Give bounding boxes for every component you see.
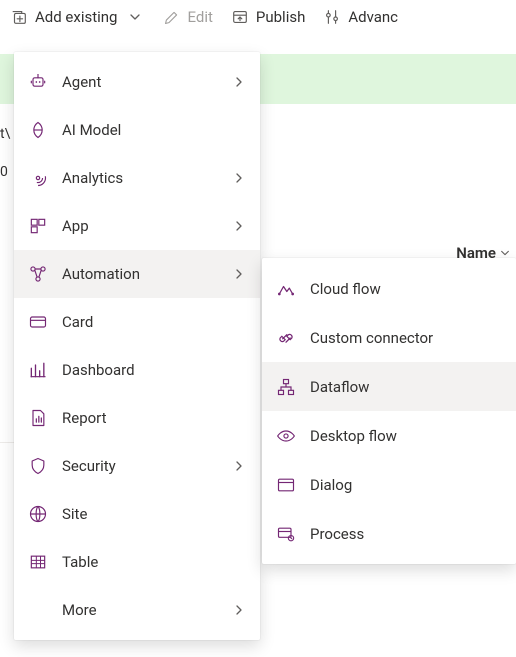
- site-icon: [28, 504, 48, 524]
- submenu-item-process[interactable]: Process: [262, 509, 516, 558]
- chevron-right-icon: [232, 459, 246, 473]
- add-existing-menu: Agent AI Model Analytics App Automati: [14, 52, 260, 640]
- menu-item-security[interactable]: Security: [14, 442, 260, 490]
- chevron-right-icon: [232, 219, 246, 233]
- left-divider: [0, 442, 14, 443]
- menu-item-label: More: [62, 601, 218, 619]
- menu-item-dashboard[interactable]: Dashboard: [14, 346, 260, 394]
- menu-item-report[interactable]: Report: [14, 394, 260, 442]
- edit-button: Edit: [162, 8, 212, 26]
- menu-item-agent[interactable]: Agent: [14, 58, 260, 106]
- chevron-right-icon: [232, 603, 246, 617]
- chevron-down-icon: [500, 248, 510, 258]
- chevron-right-icon: [232, 171, 246, 185]
- menu-item-label: Site: [62, 505, 246, 523]
- eye-icon: [276, 426, 296, 446]
- menu-item-label: Card: [62, 313, 246, 331]
- menu-item-label: Security: [62, 457, 218, 475]
- sliders-icon: [323, 8, 341, 26]
- menu-item-app[interactable]: App: [14, 202, 260, 250]
- submenu-item-dialog[interactable]: Dialog: [262, 460, 516, 509]
- left-fragment-top: t\: [0, 126, 10, 142]
- connector-icon: [276, 328, 296, 348]
- menu-item-ai-model[interactable]: AI Model: [14, 106, 260, 154]
- menu-item-label: AI Model: [62, 121, 246, 139]
- menu-item-label: Table: [62, 553, 246, 571]
- advanced-label: Advanc: [348, 8, 398, 26]
- menu-item-automation[interactable]: Automation: [14, 250, 260, 298]
- menu-item-label: Automation: [62, 265, 218, 283]
- submenu-item-label: Custom connector: [310, 329, 502, 347]
- menu-item-label: Dashboard: [62, 361, 246, 379]
- submenu-item-label: Dialog: [310, 476, 502, 494]
- publish-icon: [231, 8, 249, 26]
- menu-item-label: Analytics: [62, 169, 218, 187]
- chevron-right-icon: [232, 267, 246, 281]
- menu-item-site[interactable]: Site: [14, 490, 260, 538]
- analytics-icon: [28, 168, 48, 188]
- automation-submenu: Cloud flow Custom connector Dataflow Des…: [262, 258, 516, 564]
- cloud-flow-icon: [276, 279, 296, 299]
- menu-item-label: App: [62, 217, 218, 235]
- add-existing-button[interactable]: Add existing: [10, 8, 144, 26]
- command-bar: Add existing Edit Publish Advanc: [0, 0, 516, 38]
- menu-item-card[interactable]: Card: [14, 298, 260, 346]
- pencil-icon: [162, 8, 180, 26]
- chevron-right-icon: [232, 75, 246, 89]
- agent-icon: [28, 72, 48, 92]
- add-existing-label: Add existing: [35, 8, 117, 26]
- submenu-item-label: Process: [310, 525, 502, 543]
- advanced-button[interactable]: Advanc: [323, 8, 398, 26]
- edit-label: Edit: [187, 8, 212, 26]
- submenu-item-desktop-flow[interactable]: Desktop flow: [262, 411, 516, 460]
- shield-icon: [28, 456, 48, 476]
- card-icon: [28, 312, 48, 332]
- submenu-item-label: Desktop flow: [310, 427, 502, 445]
- menu-item-more[interactable]: More: [14, 586, 260, 634]
- submenu-item-label: Cloud flow: [310, 280, 502, 298]
- ai-model-icon: [28, 120, 48, 140]
- submenu-item-dataflow[interactable]: Dataflow: [262, 362, 516, 411]
- menu-item-analytics[interactable]: Analytics: [14, 154, 260, 202]
- menu-item-table[interactable]: Table: [14, 538, 260, 586]
- menu-item-label: Report: [62, 409, 246, 427]
- publish-label: Publish: [256, 8, 305, 26]
- chevron-down-icon: [126, 8, 144, 26]
- process-icon: [276, 524, 296, 544]
- submenu-item-custom-connector[interactable]: Custom connector: [262, 313, 516, 362]
- dialog-icon: [276, 475, 296, 495]
- menu-item-label: Agent: [62, 73, 218, 91]
- dashboard-icon: [28, 360, 48, 380]
- submenu-item-cloud-flow[interactable]: Cloud flow: [262, 264, 516, 313]
- add-existing-icon: [10, 8, 28, 26]
- left-fragment-mid: 0: [0, 164, 8, 180]
- publish-button[interactable]: Publish: [231, 8, 305, 26]
- app-icon: [28, 216, 48, 236]
- dataflow-icon: [276, 377, 296, 397]
- report-icon: [28, 408, 48, 428]
- automation-icon: [28, 264, 48, 284]
- submenu-item-label: Dataflow: [310, 378, 502, 396]
- table-icon: [28, 552, 48, 572]
